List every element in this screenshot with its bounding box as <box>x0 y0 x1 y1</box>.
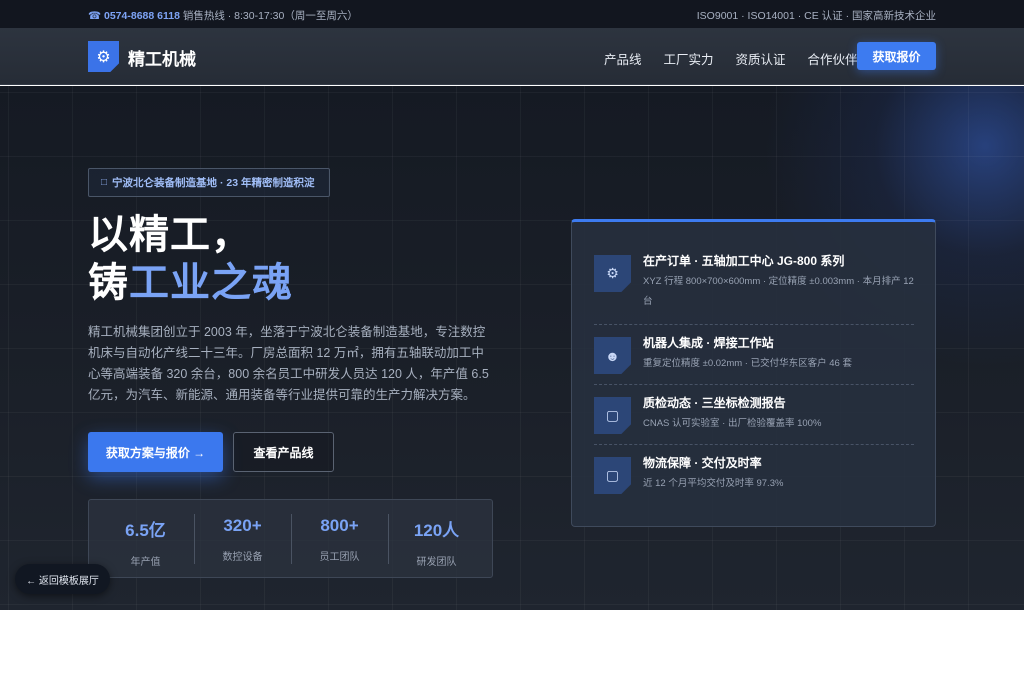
hotline-hours: 销售热线 · 8:30-17:30（周一至周六） <box>179 10 358 22</box>
status-item-subtitle: 重复定位精度 ±0.02mm · 已交付华东区客户 46 套 <box>643 358 852 369</box>
stat-value: 320+ <box>223 516 262 535</box>
get-solution-quote-button[interactable]: 获取方案与报价 → <box>88 432 223 472</box>
hotline-info: ☎ 0574-8688 6118 销售热线 · 8:30-17:30（周一至周六… <box>88 8 358 23</box>
status-item-subtitle: CNAS 认可实验室 · 出厂检验覆盖率 100% <box>643 418 822 429</box>
stat-annual-output: 6.5亿 年产值 <box>97 516 194 568</box>
nav-item-products[interactable]: 产品线 <box>604 49 642 68</box>
headline-line-2: 铸工业之魂 <box>88 260 293 306</box>
hero-section: □ 宁波北仑装备制造基地 · 23 年精密制造积淀 以精工， 铸工业之魂 精工机… <box>0 86 1024 610</box>
status-item-subtitle: 近 12 个月平均交付及时率 97.3% <box>643 478 784 489</box>
robot-icon: ☻ <box>594 337 631 374</box>
stat-staff: 800+ 员工团队 <box>291 516 388 563</box>
headline-plain: 铸 <box>88 261 129 305</box>
get-quote-button[interactable]: 获取报价 <box>857 42 936 70</box>
main-navbar: ⚙ 精工机械 产品线 工厂实力 资质认证 合作伙伴 获取报价 <box>0 28 1024 85</box>
inspection-icon: ▢ <box>594 397 631 434</box>
top-info-bar: ☎ 0574-8688 6118 销售热线 · 8:30-17:30（周一至周六… <box>0 0 1024 28</box>
stats-panel: 6.5亿 年产值 320+ 数控设备 800+ 员工团队 120人 研发团队 <box>88 499 493 578</box>
stat-value: 6.5亿 <box>125 521 166 540</box>
stat-value: 800+ <box>320 516 359 535</box>
stat-value: 120人 <box>413 521 460 540</box>
status-item-title: 机器人集成 · 焊接工作站 <box>643 336 774 350</box>
view-products-button[interactable]: 查看产品线 <box>233 432 334 472</box>
gear-icon: ⚙ <box>594 255 631 292</box>
stat-label: 研发团队 <box>416 557 457 568</box>
status-item-subtitle: XYZ 行程 800×700×600mm · 定位精度 ±0.003mm · 本… <box>643 276 914 307</box>
headline-line-1: 以精工， <box>88 213 252 257</box>
nav-item-factory[interactable]: 工厂实力 <box>664 49 714 68</box>
brand-name[interactable]: 精工机械 <box>128 45 196 70</box>
logistics-icon: ▢ <box>594 457 631 494</box>
phone-number[interactable]: ☎ 0574-8688 6118 <box>88 10 180 22</box>
stat-cnc-equipment: 320+ 数控设备 <box>194 516 291 563</box>
status-item-title: 质检动态 · 三坐标检测报告 <box>643 396 786 410</box>
stat-label: 数控设备 <box>222 552 263 563</box>
status-item-title: 物流保障 · 交付及时率 <box>643 456 762 470</box>
stat-label: 年产值 <box>130 557 161 568</box>
gear-icon[interactable]: ⚙ <box>88 41 119 72</box>
stat-label: 员工团队 <box>319 552 360 563</box>
production-status-card: ⚙ 在产订单 · 五轴加工中心 JG-800 系列 XYZ 行程 800×700… <box>571 219 936 527</box>
badge-text: 宁波北仑装备制造基地 · 23 年精密制造积淀 <box>112 177 315 189</box>
stat-rd-team: 120人 研发团队 <box>388 516 485 568</box>
dashed-divider <box>594 384 914 385</box>
certifications-text: ISO9001 · ISO14001 · CE 认证 · 国家高新技术企业 <box>696 10 936 22</box>
nav-item-certifications[interactable]: 资质认证 <box>736 49 786 68</box>
nav-menu: 产品线 工厂实力 资质认证 合作伙伴 <box>604 49 858 68</box>
headline-accent: 工业之魂 <box>129 261 293 305</box>
dashed-divider <box>594 444 914 445</box>
company-description: 精工机械集团创立于 2003 年，坐落于宁波北仑装备制造基地，专注数控机床与自动… <box>88 325 489 402</box>
nav-item-partners[interactable]: 合作伙伴 <box>808 49 858 68</box>
back-to-gallery-button[interactable]: ← 返回模板展厅 <box>15 564 110 594</box>
status-item-title: 在产订单 · 五轴加工中心 JG-800 系列 <box>643 254 845 268</box>
dashed-divider <box>594 324 914 325</box>
location-badge: □ 宁波北仑装备制造基地 · 23 年精密制造积淀 <box>88 168 330 197</box>
square-icon: □ <box>101 177 108 188</box>
